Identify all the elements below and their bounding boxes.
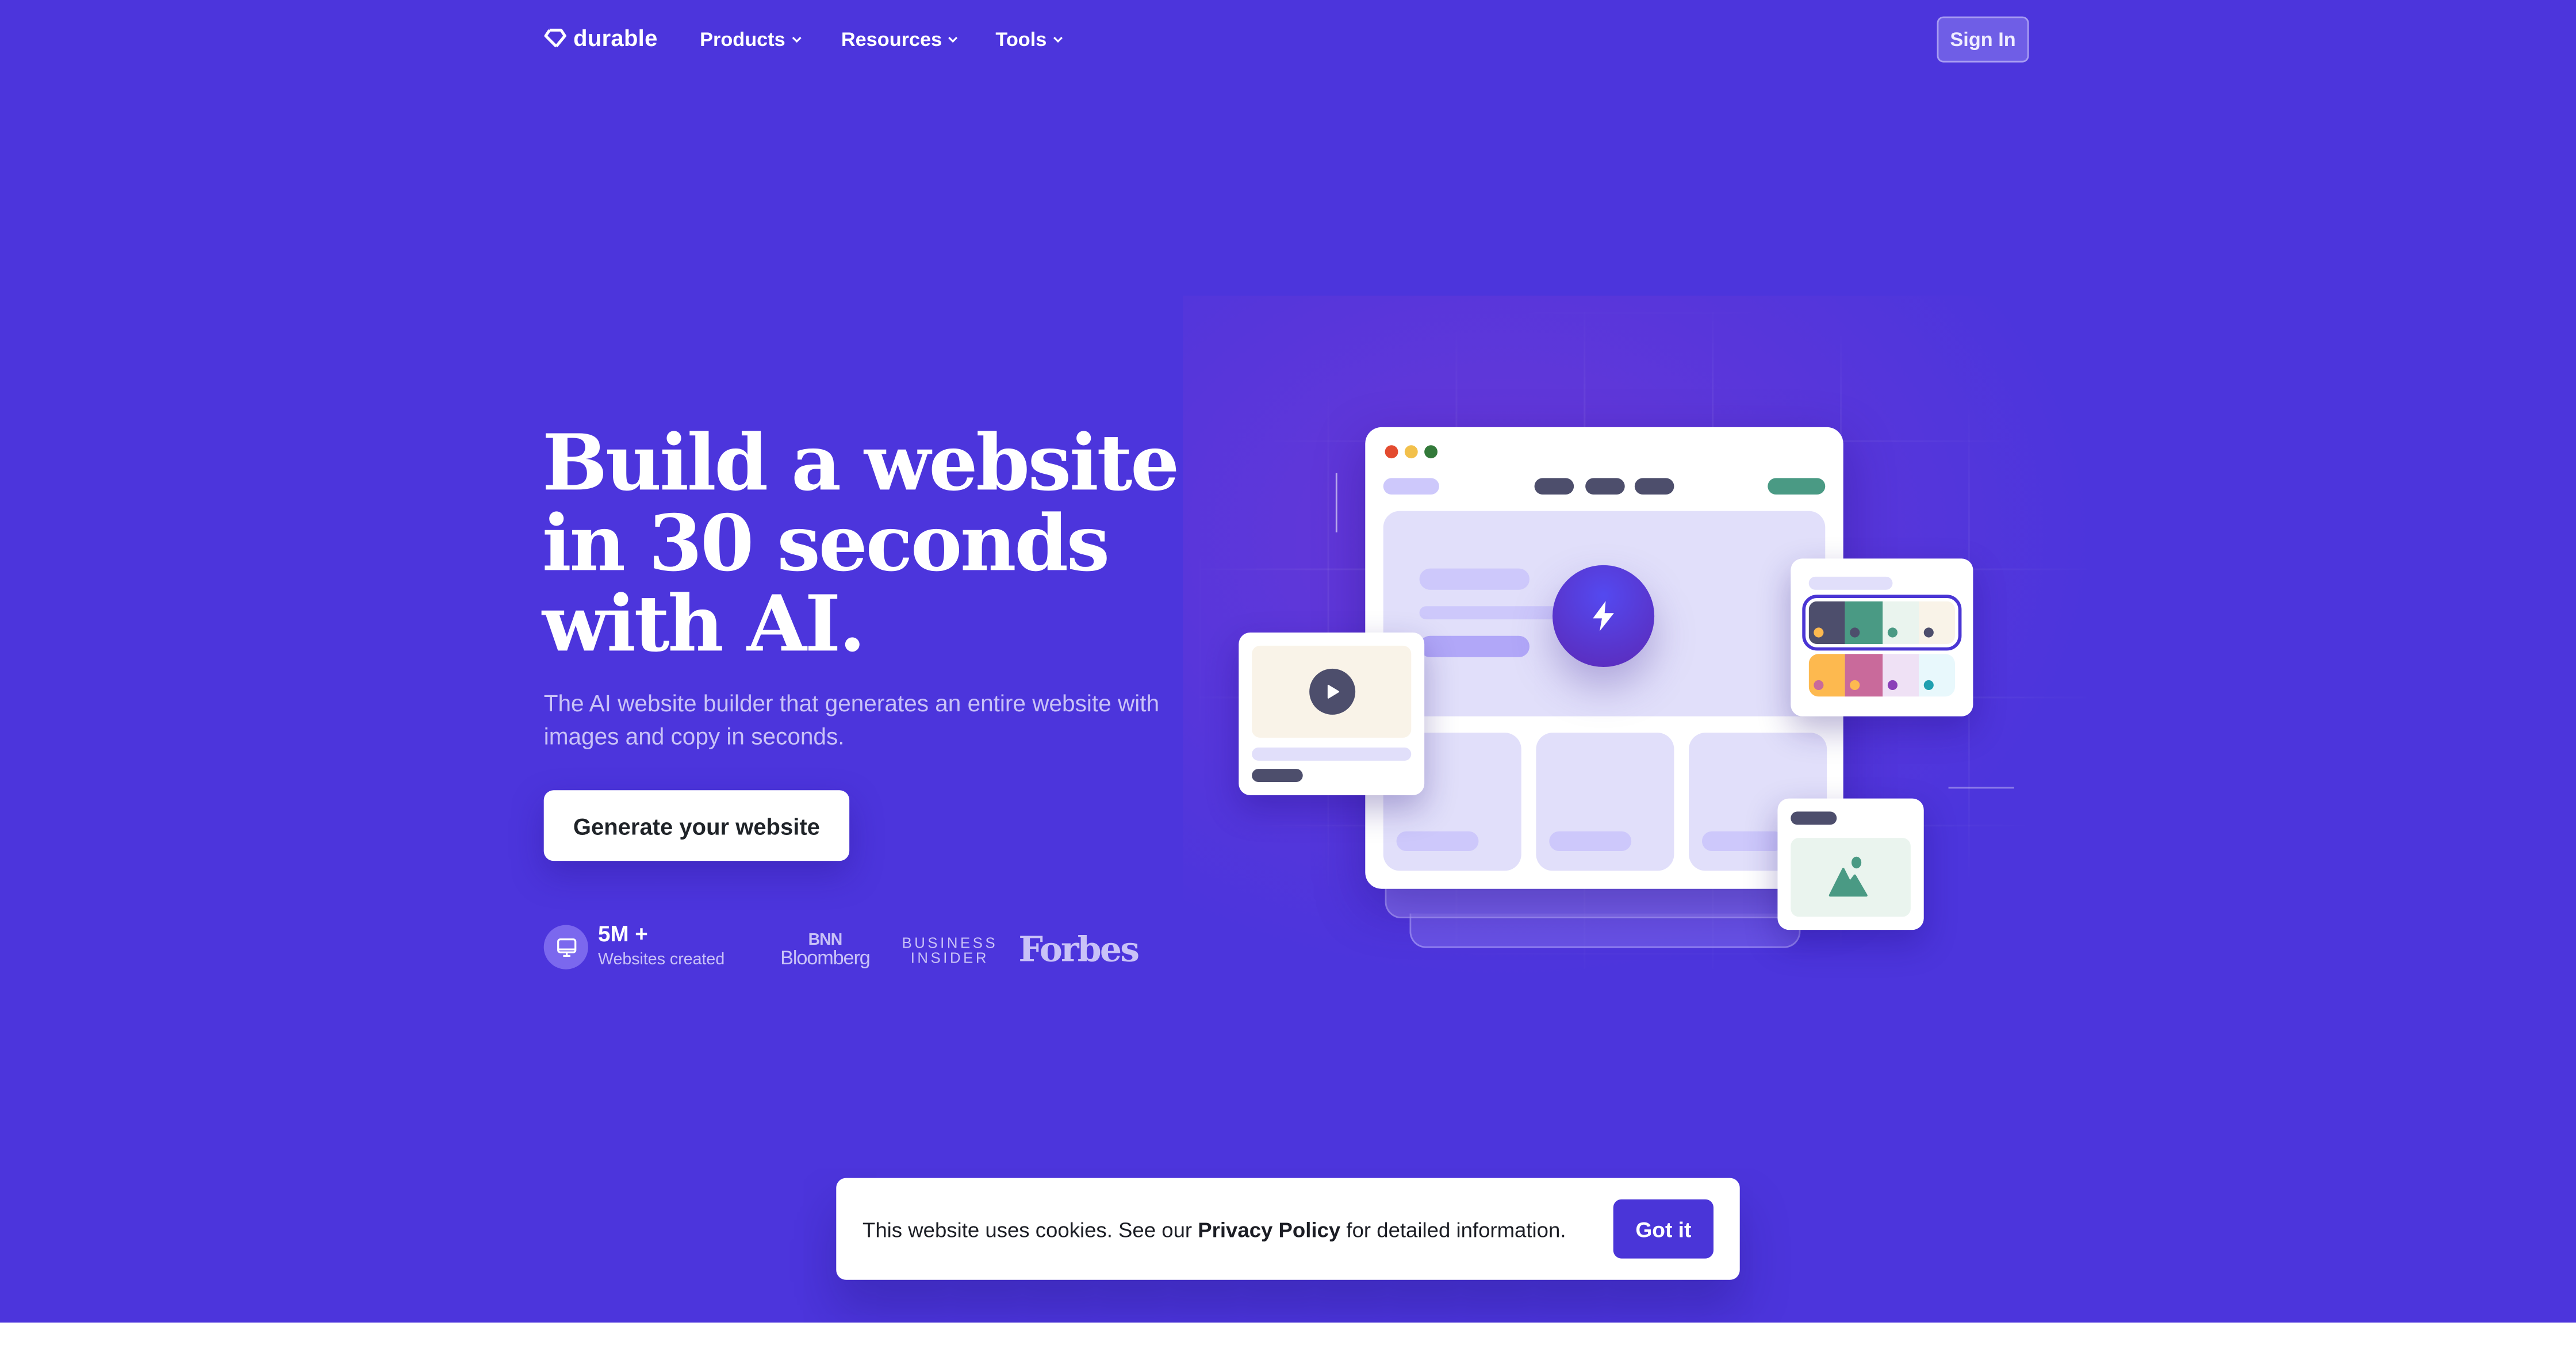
swatch-dot xyxy=(1887,680,1897,690)
mountain-image-icon xyxy=(1828,856,1867,897)
privacy-policy-link[interactable]: Privacy Policy xyxy=(1198,1217,1340,1241)
mock-nav-pill xyxy=(1634,478,1674,495)
generate-website-button[interactable]: Generate your website xyxy=(543,790,850,861)
image-thumbnail xyxy=(1791,838,1911,917)
hero-illustration xyxy=(1150,263,2168,1051)
stat-label: Websites created xyxy=(598,951,725,969)
window-maximize-dot xyxy=(1424,445,1438,459)
chevron-down-icon xyxy=(792,37,802,43)
headline: Build a website in 30 seconds with AI. xyxy=(542,424,1232,665)
business-insider-logo: BUSINESS INSIDER xyxy=(902,934,998,966)
mock-card-pill xyxy=(1396,831,1479,851)
play-icon xyxy=(1327,684,1339,699)
websites-created-stat: 5M + Websites created xyxy=(543,921,725,973)
bnn-bloomberg-logo: BNN Bloomberg xyxy=(780,932,871,969)
chevron-down-icon xyxy=(949,37,959,43)
color-swatch xyxy=(1918,601,1955,644)
sign-in-button[interactable]: Sign In xyxy=(1937,16,2029,63)
nav-tools-label: Tools xyxy=(995,28,1047,51)
swatch-dot xyxy=(1923,627,1934,638)
lightning-bolt-icon xyxy=(1593,601,1614,631)
color-swatch xyxy=(1845,601,1882,644)
swatch-dot xyxy=(1814,627,1824,638)
window-minimize-dot xyxy=(1404,445,1418,459)
palette-option-selected xyxy=(1802,595,1962,651)
top-nav: durable Products Resources Tools Sign In xyxy=(0,0,2576,79)
stat-icon-badge xyxy=(543,925,588,969)
mock-cta-pill xyxy=(1768,478,1826,495)
mock-text-pill xyxy=(1808,576,1893,590)
monitor-icon xyxy=(556,937,576,956)
nav-resources[interactable]: Resources xyxy=(841,28,960,51)
stacked-page-shadow xyxy=(1409,913,1801,948)
insider-text: INSIDER xyxy=(910,949,990,966)
forbes-logo: Forbes xyxy=(1018,928,1140,969)
image-card xyxy=(1777,798,1924,930)
headline-line: in 30 seconds xyxy=(542,499,1110,590)
logo-text: durable xyxy=(573,24,658,51)
got-it-button[interactable]: Got it xyxy=(1613,1199,1713,1259)
cookie-text: for detailed information. xyxy=(1340,1216,1566,1241)
headline-line: with AI. xyxy=(542,580,866,670)
video-card xyxy=(1239,633,1425,795)
color-palette-card xyxy=(1791,558,1973,716)
hero-subtitle: The AI website builder that generates an… xyxy=(543,691,1160,751)
nav-products-label: Products xyxy=(700,28,785,51)
cookie-text: This website uses cookies. See our xyxy=(862,1216,1198,1241)
color-swatch xyxy=(1881,654,1919,697)
mock-text-pill xyxy=(1419,606,1567,620)
headline-line: Build a website xyxy=(542,419,1180,509)
mock-nav-pill xyxy=(1585,478,1625,495)
mock-nav-pill xyxy=(1534,478,1574,495)
swatch-dot xyxy=(1850,680,1860,690)
mock-card-pill xyxy=(1549,831,1632,851)
ai-generate-badge xyxy=(1552,565,1655,667)
business-text: BUSINESS xyxy=(902,934,998,952)
diamond-logo-icon xyxy=(544,28,566,48)
swatch-dot xyxy=(1814,680,1824,690)
video-thumbnail xyxy=(1252,645,1412,738)
mock-text-pill xyxy=(1252,748,1412,761)
nav-tools[interactable]: Tools xyxy=(995,28,1064,51)
cookie-banner: This website uses cookies. See our Priva… xyxy=(836,1178,1740,1280)
window-close-dot xyxy=(1385,445,1398,459)
mock-card-pill xyxy=(1702,831,1784,851)
swatch-dot xyxy=(1887,627,1897,638)
decorative-line xyxy=(1335,473,1337,532)
mock-label-pill xyxy=(1791,811,1837,825)
mock-card xyxy=(1536,733,1674,871)
play-button xyxy=(1308,668,1355,715)
decorative-line xyxy=(1948,787,2014,789)
swatch-dot xyxy=(1850,627,1860,638)
mock-button-pill xyxy=(1419,635,1529,657)
page: durable Products Resources Tools Sign In… xyxy=(0,0,2576,1349)
color-swatch xyxy=(1808,601,1846,644)
color-swatch xyxy=(1808,654,1846,697)
palette-option xyxy=(1808,654,1955,697)
nav-products[interactable]: Products xyxy=(700,28,803,51)
color-swatch xyxy=(1881,601,1919,644)
stat-value: 5M + xyxy=(598,921,648,946)
logo[interactable]: durable xyxy=(544,25,658,51)
chevron-down-icon xyxy=(1053,37,1063,43)
swatch-dot xyxy=(1923,680,1934,690)
mock-label-pill xyxy=(1252,769,1303,782)
cookie-message: This website uses cookies. See our Priva… xyxy=(862,1217,1613,1241)
color-swatch xyxy=(1845,654,1882,697)
hero-section: durable Products Resources Tools Sign In… xyxy=(0,0,2576,1323)
bloomberg-text: Bloomberg xyxy=(780,946,871,969)
nav-resources-label: Resources xyxy=(841,28,942,51)
color-swatch xyxy=(1918,654,1955,697)
mock-text-pill xyxy=(1419,568,1529,590)
mock-logo-pill xyxy=(1383,478,1439,495)
